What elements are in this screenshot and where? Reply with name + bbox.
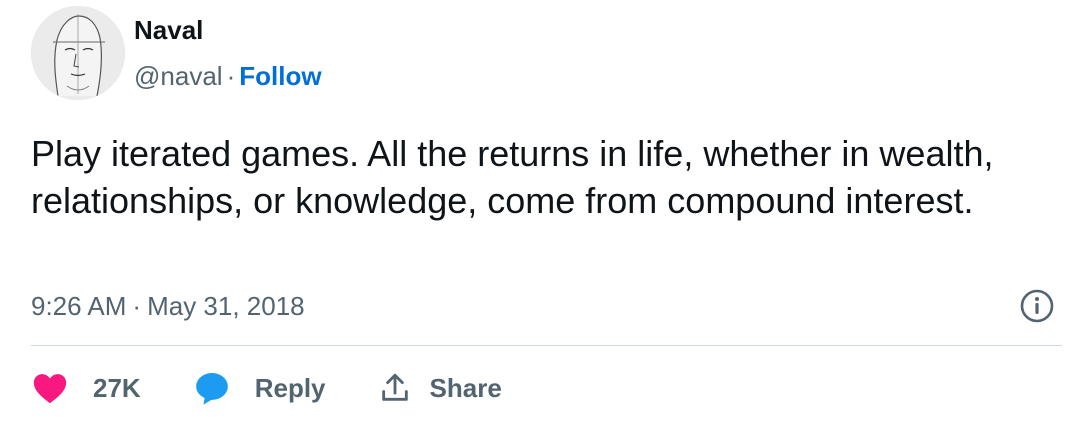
tweet-card: Naval @naval · Follow Play iterated games.… bbox=[0, 0, 1086, 422]
avatar-sketch-image bbox=[31, 6, 125, 100]
divider bbox=[31, 345, 1062, 346]
author-name[interactable]: Naval bbox=[134, 12, 203, 48]
share-button[interactable]: Share bbox=[378, 371, 502, 405]
reply-button[interactable]: Reply bbox=[193, 369, 326, 407]
follow-button[interactable]: Follow bbox=[239, 61, 321, 91]
author-handle-row: @naval · Follow bbox=[134, 58, 322, 94]
share-label: Share bbox=[429, 372, 502, 403]
like-count: 27K bbox=[93, 372, 141, 403]
reply-label: Reply bbox=[254, 372, 326, 403]
tweet-text: Play iterated games. All the returns in … bbox=[31, 133, 994, 221]
timestamp-separator: · bbox=[132, 291, 142, 321]
info-icon[interactable] bbox=[1019, 288, 1055, 324]
tweet-timestamp[interactable]: 9:26 AM · May 31, 2018 bbox=[31, 286, 305, 326]
tweet-time: 9:26 AM bbox=[31, 291, 127, 321]
handle-separator: · bbox=[226, 61, 236, 91]
action-bar: 27K Reply Share bbox=[31, 366, 554, 410]
speech-bubble-icon bbox=[195, 372, 228, 405]
avatar[interactable] bbox=[31, 6, 125, 100]
tweet-date: May 31, 2018 bbox=[147, 291, 305, 321]
heart-icon bbox=[33, 374, 67, 404]
like-button[interactable]: 27K bbox=[31, 369, 141, 407]
author-handle[interactable]: @naval bbox=[134, 61, 223, 91]
share-upload-icon bbox=[381, 373, 408, 401]
